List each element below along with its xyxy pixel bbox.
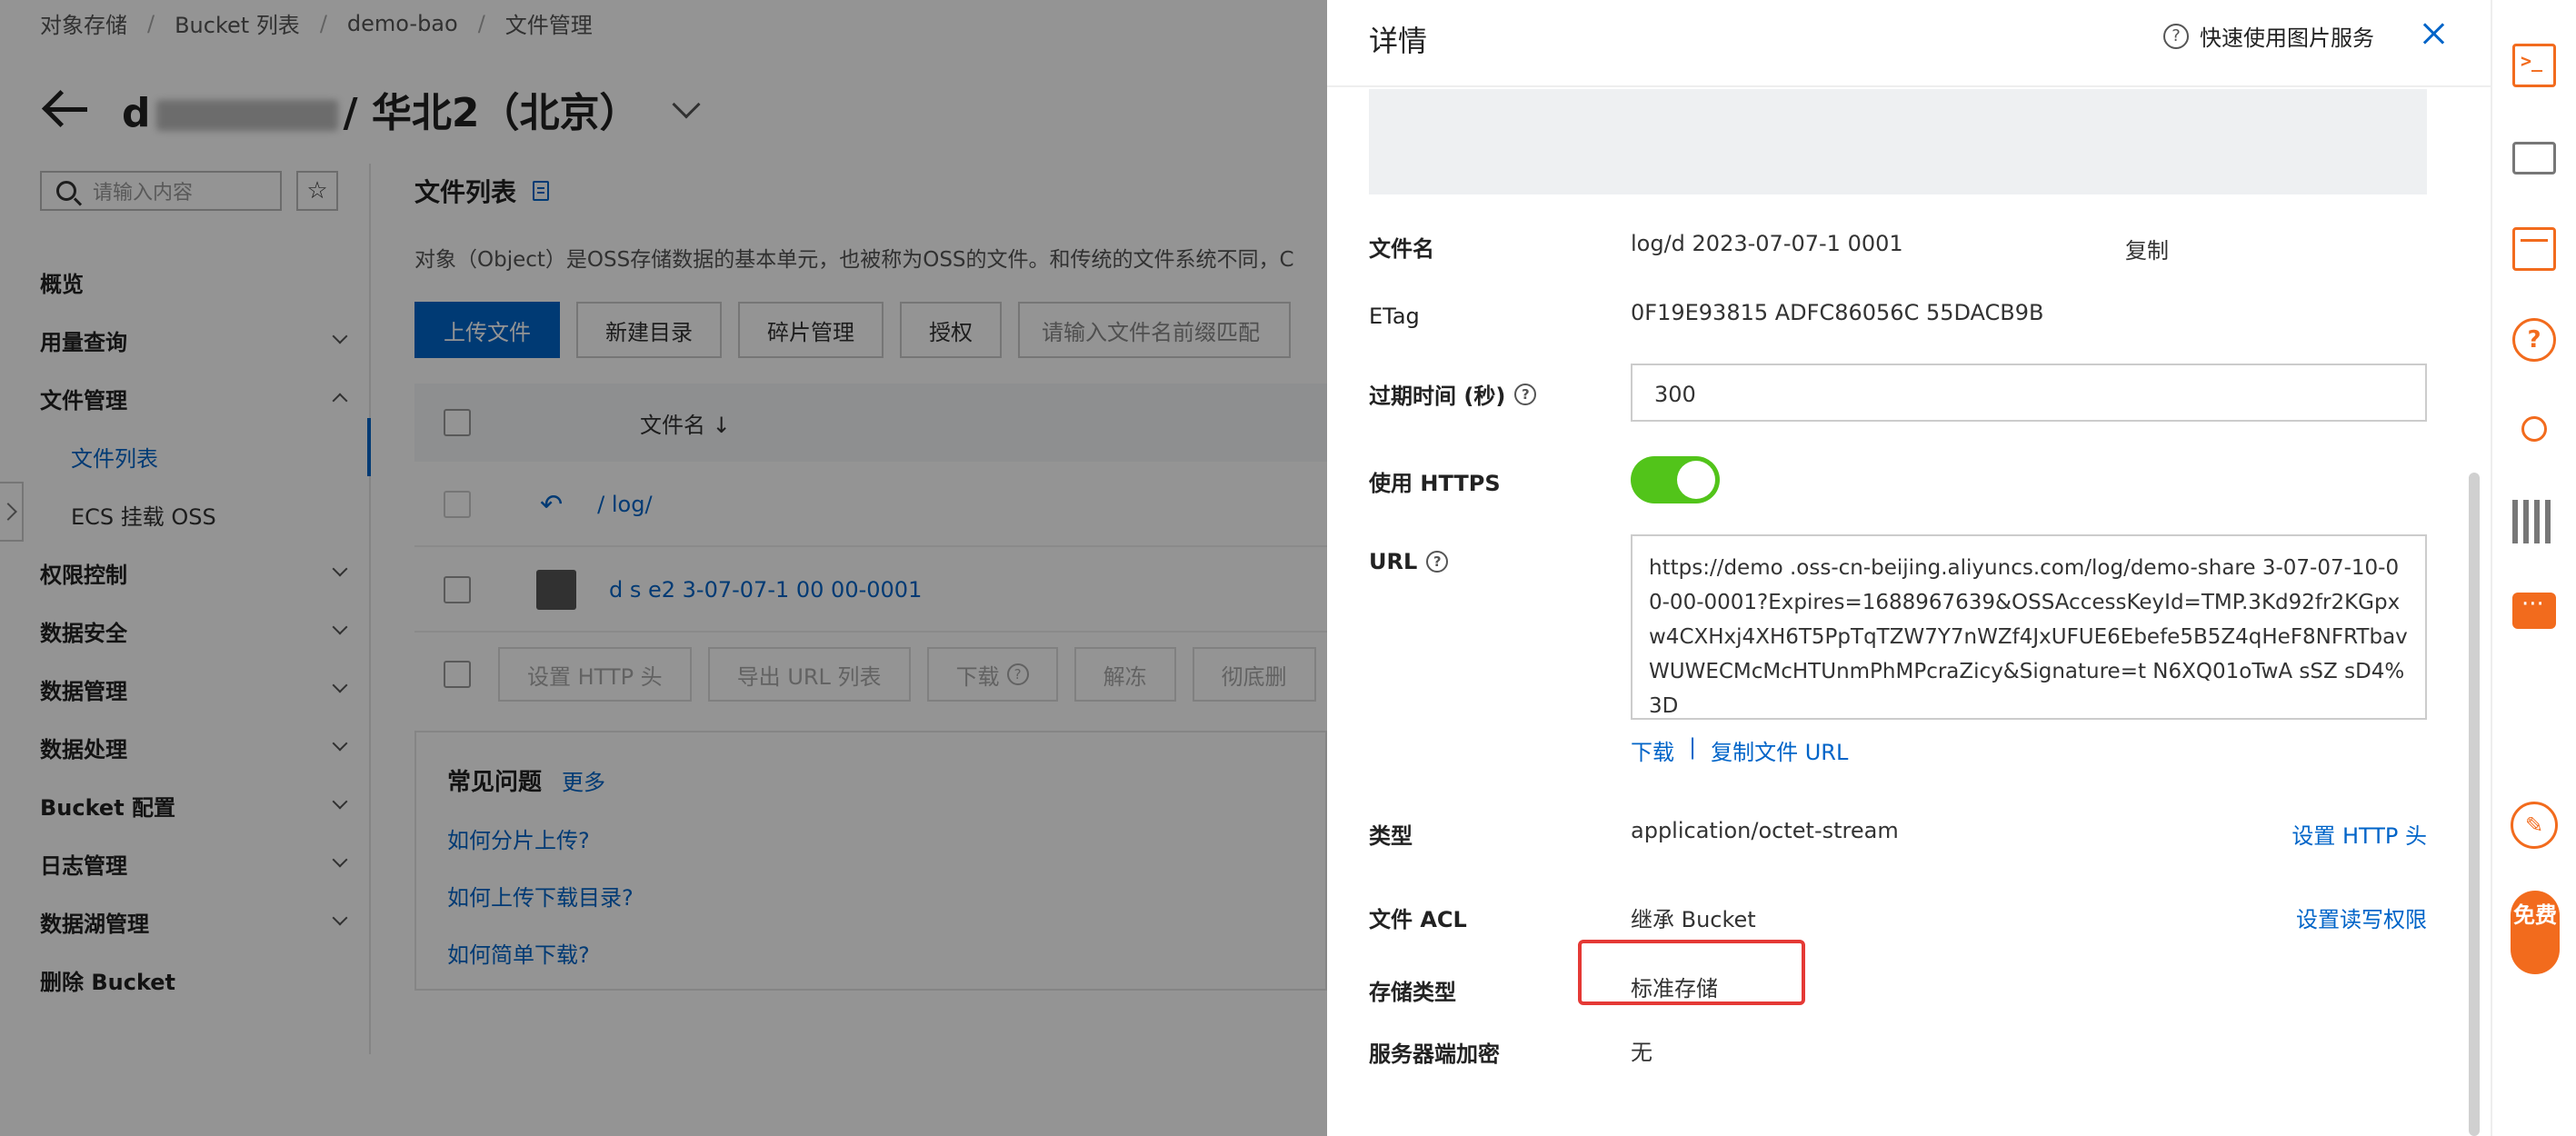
filename-label: 文件名 <box>1369 236 1434 262</box>
help-icon[interactable]: ? <box>1514 383 1537 405</box>
expire-seconds-input[interactable]: 300 <box>1631 364 2427 422</box>
copy-file-url-link[interactable]: 复制文件 URL <box>1711 734 1848 766</box>
https-toggle[interactable] <box>1631 456 1720 503</box>
copy-filename-link[interactable]: 复制 <box>2125 233 2169 264</box>
help-icon: ? <box>2163 23 2189 49</box>
close-icon[interactable] <box>2418 18 2449 49</box>
qr-code-icon[interactable] <box>2512 500 2556 543</box>
right-tool-rail: ? ✎ 免费 <box>2491 0 2576 1136</box>
encryption-label: 服务器端加密 <box>1369 1041 1500 1067</box>
set-http-header-link[interactable]: 设置 HTTP 头 <box>2291 818 2427 850</box>
encryption-value: 无 <box>1631 1040 1652 1065</box>
terminal-icon[interactable] <box>2512 44 2556 87</box>
details-drawer: 详情 ? 快速使用图片服务 文件名 log/d 2023-07-07-1 000… <box>1327 0 2491 1136</box>
modal-overlay[interactable] <box>0 0 1327 1136</box>
help-icon[interactable]: ? <box>2512 318 2556 362</box>
edit-icon[interactable]: ✎ <box>2511 802 2558 849</box>
expire-label: 过期时间 (秒) ? <box>1369 378 1537 410</box>
monitor-icon[interactable] <box>2512 142 2556 174</box>
type-label: 类型 <box>1369 823 1413 849</box>
highlight-box <box>1578 940 1805 1005</box>
drawer-title: 详情 <box>1369 24 1428 58</box>
drawer-scrollbar[interactable] <box>2469 473 2480 1136</box>
chat-icon[interactable] <box>2512 591 2556 629</box>
https-label: 使用 HTTPS <box>1369 471 1501 496</box>
filename-value: log/d 2023-07-07-1 0001 <box>1631 231 1903 256</box>
file-preview <box>1369 89 2427 194</box>
url-textarea[interactable]: https://demo .oss-cn-beijing.aliyuncs.co… <box>1631 534 2427 720</box>
help-icon[interactable]: ? <box>1426 551 1449 573</box>
image-service-help-link[interactable]: ? 快速使用图片服务 <box>2163 20 2374 52</box>
calendar-icon[interactable] <box>2512 227 2556 271</box>
etag-value: 0F19E93815 ADFC86056C 55DACB9B <box>1631 300 2044 325</box>
set-acl-link[interactable]: 设置读写权限 <box>2296 902 2427 933</box>
download-link[interactable]: 下载 <box>1631 734 1674 766</box>
drawer-header: 详情 ? 快速使用图片服务 <box>1327 0 2491 87</box>
sun-icon[interactable] <box>2521 416 2547 442</box>
free-trial-button[interactable]: 免费 <box>2511 891 2560 974</box>
url-label: URL ? <box>1369 549 1449 574</box>
link-separator: | <box>1689 734 1697 760</box>
acl-value: 继承 Bucket <box>1631 907 1756 932</box>
type-value: application/octet-stream <box>1631 818 1899 843</box>
storage-class-label: 存储类型 <box>1369 980 1456 1005</box>
acl-label: 文件 ACL <box>1369 907 1467 932</box>
etag-label: ETag <box>1369 304 1420 329</box>
url-actions: 下载 | 复制文件 URL <box>1631 734 1848 766</box>
